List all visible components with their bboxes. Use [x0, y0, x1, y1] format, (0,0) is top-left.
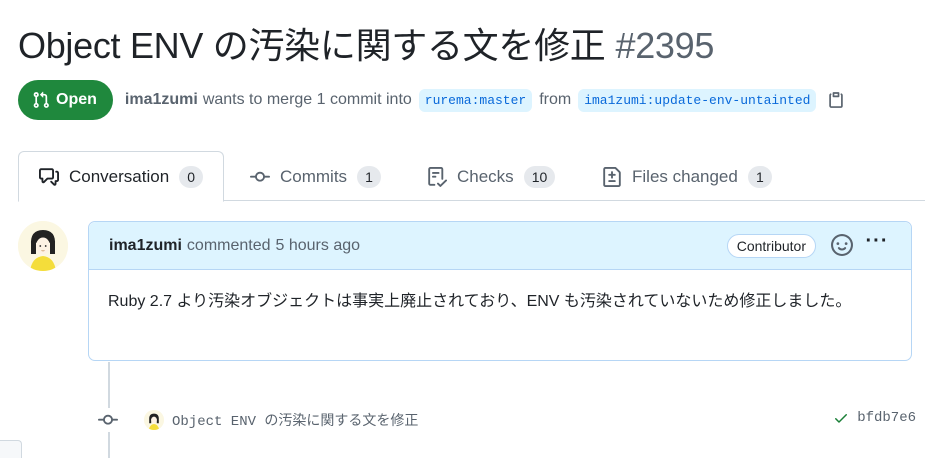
comment-discussion-icon: [39, 167, 59, 186]
avatar-illustration-icon: [18, 221, 68, 271]
tab-files-changed-label: Files changed: [632, 166, 738, 186]
tab-checks-count: 10: [523, 165, 556, 188]
comment-card: ima1zumi commented 5 hours ago Contribut…: [88, 221, 912, 361]
tab-checks[interactable]: Checks 10: [427, 151, 556, 202]
avatar-illustration-icon: [144, 410, 164, 430]
pr-author-link[interactable]: ima1zumi: [125, 91, 198, 109]
checklist-icon: [428, 166, 447, 187]
comment-author[interactable]: ima1zumi: [109, 237, 182, 255]
git-pull-request-icon: [33, 91, 49, 108]
comment-time[interactable]: 5 hours ago: [276, 237, 361, 255]
tab-conversation-label: Conversation: [69, 166, 170, 186]
pr-meta: Open ima1zumi wants to merge 1 commit in…: [18, 80, 845, 120]
commit-message[interactable]: Object ENV の汚染に関する文を修正: [172, 410, 418, 430]
head-branch[interactable]: ima1zumi:update-env-untainted: [578, 88, 817, 112]
base-branch[interactable]: rurema:master: [418, 88, 533, 112]
avatar[interactable]: [18, 221, 68, 271]
copy-icon[interactable]: [827, 90, 845, 110]
state-badge: Open: [18, 80, 113, 120]
tab-commits[interactable]: Commits 1: [250, 151, 382, 202]
kebab-horizontal-icon[interactable]: ···: [865, 231, 889, 256]
bottom-left-panel-edge: [0, 440, 22, 458]
contributor-badge: Contributor: [726, 234, 816, 258]
pr-title-text: Object ENV の汚染に関する文を修正: [18, 25, 606, 66]
comment-body: Ruby 2.7 より汚染オブジェクトは事実上廃止されており、ENV も汚染され…: [108, 293, 852, 310]
tab-files-changed-count: 1: [747, 165, 772, 188]
tab-commits-count: 1: [357, 165, 382, 188]
merge-action-text: wants to merge 1 commit into: [202, 91, 412, 108]
commit-item: Object ENV の汚染に関する文を修正 bfdb7e6: [96, 404, 916, 436]
pr-tabs: Conversation 0 Commits 1 Checks 10 Files…: [18, 151, 925, 202]
tab-checks-label: Checks: [457, 166, 514, 186]
state-label: Open: [56, 91, 97, 108]
git-commit-timeline-icon: [96, 408, 120, 432]
pr-number: #2395: [615, 25, 715, 66]
smiley-icon[interactable]: [831, 234, 853, 256]
comment-header: ima1zumi commented 5 hours ago Contribut…: [89, 222, 911, 270]
from-text: from: [539, 91, 572, 108]
tab-commits-label: Commits: [280, 166, 348, 186]
tab-conversation-count: 0: [179, 165, 204, 188]
check-icon[interactable]: [833, 410, 849, 426]
git-commit-icon: [250, 171, 270, 182]
tab-conversation[interactable]: Conversation 0: [18, 151, 225, 202]
commit-sha[interactable]: bfdb7e6: [857, 410, 916, 426]
file-diff-icon: [603, 166, 621, 187]
comment-action: commented: [186, 236, 271, 254]
commit-author-avatar[interactable]: [144, 410, 164, 430]
pr-title: Object ENV の汚染に関する文を修正 #2395: [18, 22, 714, 70]
tab-files-changed[interactable]: Files changed 1: [602, 151, 772, 202]
commit-status: bfdb7e6: [833, 410, 916, 426]
